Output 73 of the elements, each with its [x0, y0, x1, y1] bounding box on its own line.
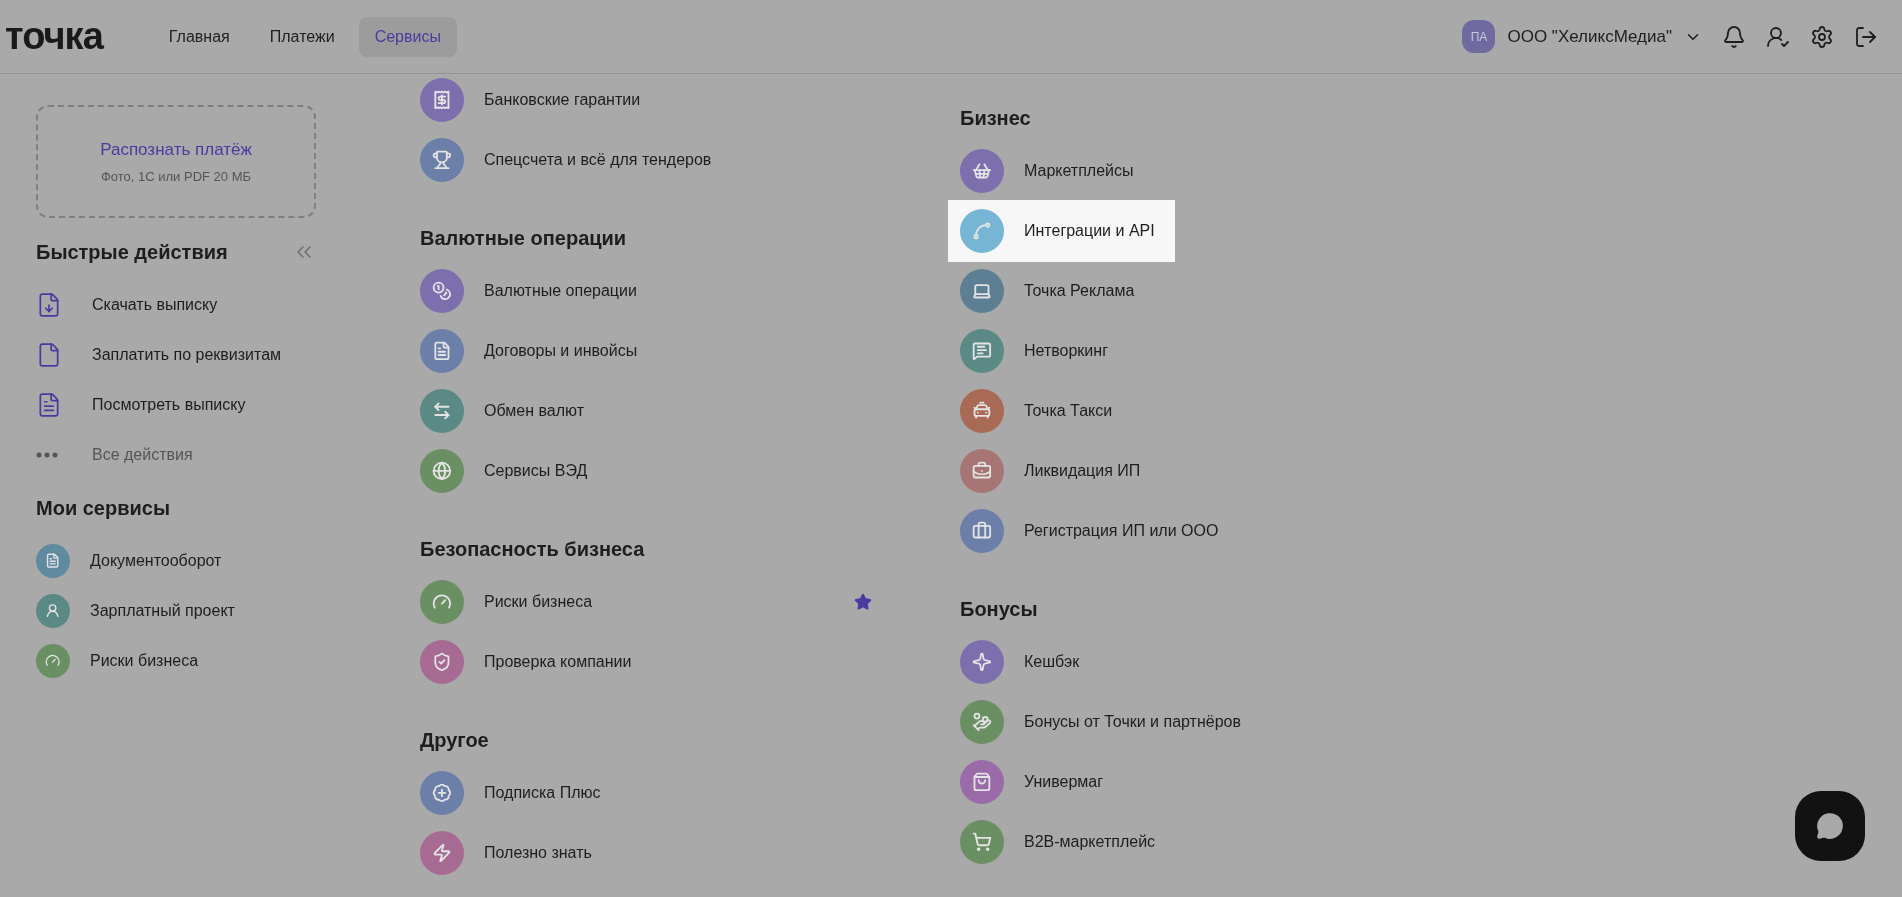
service-link[interactable]: Зарплатный проект	[90, 599, 235, 623]
nav-tab[interactable]: Платежи	[253, 16, 351, 57]
service-label: Интеграции и API	[1024, 221, 1155, 241]
service-label: Точка Реклама	[1024, 281, 1135, 301]
company-name[interactable]: ООО "ХеликсМедиа"	[1507, 23, 1672, 50]
service-item[interactable]: Бонусы от Точки и партнёров	[948, 691, 1261, 753]
service-item[interactable]: Нетворкинг	[948, 320, 1128, 382]
section-heading: Быстрые действия	[36, 240, 228, 265]
section-heading: Мои сервисы	[36, 496, 170, 521]
logo[interactable]: точка	[0, 8, 103, 65]
service-item[interactable]: Риски бизнеса	[408, 571, 613, 633]
section-heading: Валютные операции	[420, 226, 627, 251]
favorite-star-icon[interactable]	[854, 593, 872, 611]
service-item[interactable]: Договоры и инвойсы	[408, 320, 658, 382]
service-label: Обмен валют	[484, 401, 584, 421]
service-label: Бонусы от Точки и партнёров	[1024, 712, 1241, 732]
chat-button[interactable]	[1795, 791, 1865, 861]
highlighted-service-item[interactable]: Интеграции и API	[948, 200, 1175, 262]
service-label: Маркетплейсы	[1024, 161, 1134, 181]
service-item[interactable]: Точка Реклама	[948, 260, 1155, 322]
service-label: Ликвидация ИП	[1024, 461, 1141, 481]
settings-icon[interactable]	[1810, 24, 1834, 49]
service-label: Регистрация ИП или ООО	[1024, 521, 1219, 541]
download-document-icon	[36, 292, 62, 318]
user-icon[interactable]	[1766, 24, 1790, 49]
service-item[interactable]: Обмен валют	[408, 380, 604, 442]
service-label: Нетворкинг	[1024, 341, 1108, 361]
dropzone-title: Распознать платёж	[100, 139, 252, 161]
service-label: Проверка компании	[484, 652, 632, 672]
service-label: Договоры и инвойсы	[484, 341, 638, 361]
service-item[interactable]: Проверка компании	[408, 631, 652, 693]
quick-action-link[interactable]: Заплатить по реквизитам	[92, 343, 282, 367]
service-label: Полезно знать	[484, 843, 592, 863]
service-label: Точка Такси	[1024, 401, 1113, 421]
chat-bubble-icon	[1816, 812, 1844, 840]
section-heading: Безопасность бизнеса	[420, 537, 645, 562]
quick-action-link[interactable]: Скачать выписку	[92, 293, 218, 317]
service-label: Сервисы ВЭД	[484, 461, 588, 481]
service-link[interactable]: Документооборот	[90, 549, 222, 573]
service-label: Риски бизнеса	[484, 592, 593, 612]
service-label: Подписка Плюс	[484, 783, 601, 803]
logout-icon[interactable]	[1854, 24, 1878, 49]
service-item[interactable]: Кешбэк	[948, 631, 1100, 693]
service-item[interactable]: Спецсчета и всё для тендеров	[408, 129, 732, 191]
service-item[interactable]: Полезно знать	[408, 822, 612, 884]
dropzone-hint: Фото, 1С или PDF 20 МБ	[100, 167, 252, 186]
service-label: Спецсчета и всё для тендеров	[484, 150, 712, 170]
service-label: B2B-маркетплейс	[1024, 832, 1156, 852]
bell-icon[interactable]	[1722, 24, 1746, 49]
service-item[interactable]: B2B-маркетплейс	[948, 811, 1176, 873]
service-link[interactable]: Риски бизнеса	[90, 649, 199, 673]
quick-action-link[interactable]: Посмотреть выписку	[92, 393, 246, 417]
section-heading: Бизнес	[960, 106, 1031, 131]
section-heading: Другое	[420, 728, 489, 753]
nav-tab[interactable]: Главная	[152, 16, 246, 57]
service-item[interactable]: Банковские гарантии	[408, 69, 661, 131]
service-item[interactable]: Универмаг	[948, 751, 1124, 813]
service-item[interactable]: Сервисы ВЭД	[408, 440, 608, 502]
more-dots-icon	[36, 452, 58, 458]
service-item[interactable]: Ликвидация ИП	[948, 440, 1161, 502]
service-item[interactable]: Регистрация ИП или ООО	[948, 500, 1239, 562]
service-item[interactable]: Точка Такси	[948, 380, 1133, 442]
service-item[interactable]: Маркетплейсы	[948, 140, 1154, 202]
upload-dropzone[interactable]: Распознать платёж Фото, 1С или PDF 20 МБ	[36, 105, 316, 218]
service-label: Универмаг	[1024, 772, 1104, 792]
service-item[interactable]: Подписка Плюс	[408, 762, 621, 824]
service-label: Кешбэк	[1024, 652, 1080, 672]
file-icon	[36, 342, 62, 368]
document-icon	[36, 392, 62, 418]
service-label: Банковские гарантии	[484, 90, 641, 110]
section-heading: Бонусы	[960, 597, 1038, 622]
service-item[interactable]: Валютные операции	[408, 260, 657, 322]
service-label: Валютные операции	[484, 281, 637, 301]
